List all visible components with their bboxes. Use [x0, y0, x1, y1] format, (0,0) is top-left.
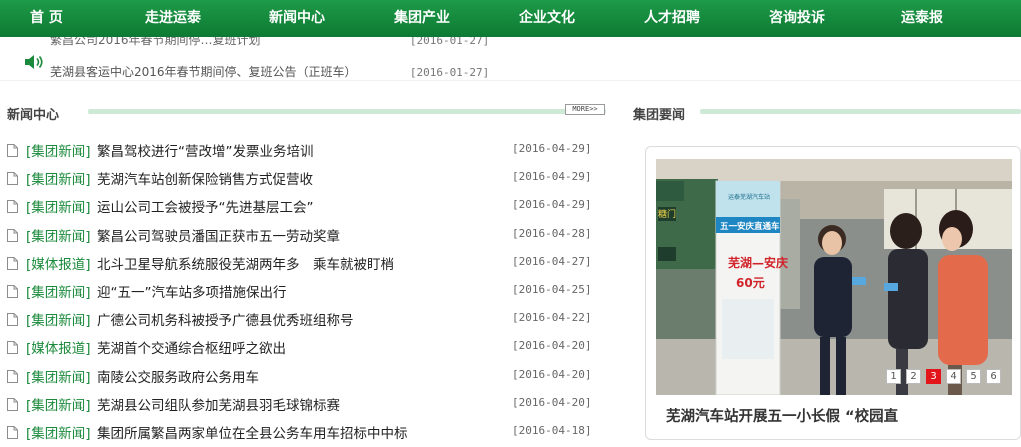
notice-item[interactable]: 繁昌公司2016年春节期间停…复班计划 [2016-01-27]: [50, 37, 489, 47]
notice-title: 繁昌公司2016年春节期间停…复班计划: [50, 37, 261, 47]
news-category[interactable]: [集团新闻]: [26, 422, 91, 442]
top-nav: 首 页 走进运泰 新闻中心 集团产业 企业文化 人才招聘 咨询投诉 运泰报: [0, 0, 1021, 37]
news-list-item[interactable]: [集团新闻] 芜湖县公司组队参加芜湖县羽毛球锦标赛 [2016-04-20]: [7, 394, 592, 414]
banner-mid: 五一安庆直通车: [720, 221, 780, 232]
document-icon: [7, 341, 18, 355]
document-icon: [7, 285, 18, 298]
news-headline[interactable]: 芜湖县公司组队参加芜湖县羽毛球锦标赛: [97, 394, 340, 414]
nav-item-home[interactable]: 首 页: [30, 0, 63, 37]
banner-price: 60元: [736, 276, 765, 290]
slider-page-1[interactable]: 1: [886, 369, 901, 384]
group-section-title: 集团要闻: [633, 108, 686, 123]
nav-item-culture[interactable]: 企业文化: [519, 0, 575, 37]
news-headline[interactable]: 北斗卫星导航系统服役芜湖两年多 乘车就被盯梢: [97, 253, 394, 273]
news-list-item[interactable]: [集团新闻] 南陵公交服务政府公务用车 [2016-04-20]: [7, 366, 592, 386]
document-icon: [7, 313, 18, 327]
notice-title: 芜湖县客运中心2016年春节期间停、复班公告（正班车）: [50, 65, 357, 79]
notice-ticker: 繁昌公司2016年春节期间停…复班计划 [2016-01-27] 芜湖县客运中心…: [0, 37, 1021, 81]
news-category[interactable]: [集团新闻]: [26, 281, 91, 301]
slider-page-4[interactable]: 4: [946, 369, 961, 384]
slide-image[interactable]: 糖门 运泰芜湖汽车站 五一安庆直通车 芜湖—安庆 60元: [656, 159, 1012, 395]
news-headline[interactable]: 广德公司机务科被授予广德县优秀班组称号: [97, 309, 354, 329]
document-icon: [7, 426, 18, 439]
news-category[interactable]: [集团新闻]: [26, 196, 91, 216]
news-headline[interactable]: 迎“五一”汽车站多项措施保出行: [97, 281, 287, 301]
news-list-item[interactable]: [集团新闻] 集团所属繁昌两家单位在全县公务车用车招标中中标 [2016-04-18…: [7, 422, 592, 442]
news-category[interactable]: [集团新闻]: [26, 225, 91, 245]
news-headline[interactable]: 繁昌驾校进行“营改增”发票业务培训: [97, 140, 314, 160]
slide-caption[interactable]: 芜湖汽车站开展五一小长假 “校园直: [666, 405, 898, 426]
news-date: [2016-04-18]: [512, 424, 592, 437]
section-divider: [88, 109, 606, 114]
news-date: [2016-04-29]: [512, 142, 592, 155]
banner-top: 运泰芜湖汽车站: [728, 193, 770, 201]
news-list-item[interactable]: [媒体报道] 芜湖首个交通综合枢纽呼之欲出 [2016-04-20]: [7, 337, 592, 357]
nav-item-careers[interactable]: 人才招聘: [644, 0, 700, 37]
news-date: [2016-04-25]: [512, 283, 592, 296]
section-divider: [700, 109, 1021, 114]
slide-photo: 糖门 运泰芜湖汽车站 五一安庆直通车 芜湖—安庆 60元: [656, 159, 1012, 395]
news-list-item[interactable]: [媒体报道] 北斗卫星导航系统服役芜湖两年多 乘车就被盯梢 [2016-04-27]: [7, 253, 592, 273]
notice-item[interactable]: 芜湖县客运中心2016年春节期间停、复班公告（正班车） [2016-01-27]: [50, 63, 489, 79]
news-list-item[interactable]: [集团新闻] 广德公司机务科被授予广德县优秀班组称号 [2016-04-22]: [7, 309, 592, 329]
news-category[interactable]: [集团新闻]: [26, 366, 91, 386]
news-headline[interactable]: 芜湖汽车站创新保险销售方式促营收: [97, 168, 313, 188]
news-date: [2016-04-20]: [512, 395, 592, 409]
nav-item-about[interactable]: 走进运泰: [145, 0, 201, 37]
news-date: [2016-04-28]: [512, 226, 592, 240]
document-icon: [7, 228, 18, 242]
news-list-item[interactable]: [集团新闻] 运山公司工会被授予“先进基层工会” [2016-04-29]: [7, 196, 592, 216]
banner-route: 芜湖—安庆: [728, 255, 788, 270]
slider-page-6[interactable]: 6: [986, 369, 1001, 384]
news-date: [2016-04-22]: [512, 311, 592, 325]
nav-item-news[interactable]: 新闻中心: [269, 0, 325, 37]
news-category[interactable]: [媒体报道]: [26, 337, 91, 357]
news-headline[interactable]: 繁昌公司驾驶员潘国正获市五一劳动奖章: [97, 225, 340, 245]
nav-item-feedback[interactable]: 咨询投诉: [769, 0, 825, 37]
news-category[interactable]: [集团新闻]: [26, 394, 91, 414]
news-list-item[interactable]: [集团新闻] 芜湖汽车站创新保险销售方式促营收 [2016-04-29]: [7, 168, 592, 188]
notice-date: [2016-01-27]: [409, 66, 490, 79]
news-headline[interactable]: 芜湖首个交通综合枢纽呼之欲出: [97, 337, 286, 357]
news-category[interactable]: [集团新闻]: [26, 168, 91, 188]
news-date: [2016-04-29]: [512, 198, 592, 212]
news-headline[interactable]: 运山公司工会被授予“先进基层工会”: [97, 196, 314, 216]
news-headline[interactable]: 集团所属繁昌两家单位在全县公务车用车招标中中标: [97, 422, 408, 442]
nav-item-industry[interactable]: 集团产业: [394, 0, 450, 37]
shop-sign: 糖门: [658, 208, 676, 220]
document-icon: [7, 397, 18, 411]
news-category[interactable]: [媒体报道]: [26, 253, 91, 273]
news-section-title: 新闻中心: [7, 108, 60, 123]
news-list-item[interactable]: [集团新闻] 繁昌驾校进行“营改增”发票业务培训 [2016-04-29]: [7, 140, 592, 160]
document-icon: [7, 369, 18, 383]
news-headline[interactable]: 南陵公交服务政府公务用车: [97, 366, 259, 386]
news-date: [2016-04-29]: [512, 170, 592, 184]
document-icon: [7, 200, 18, 214]
document-icon: [7, 144, 18, 157]
slider-page-2[interactable]: 2: [906, 369, 921, 384]
slider-page-5[interactable]: 5: [966, 369, 981, 384]
news-date: [2016-04-20]: [512, 339, 592, 353]
speaker-icon: [25, 55, 43, 69]
slider-page-3[interactable]: 3: [926, 369, 941, 384]
document-icon: [7, 256, 18, 270]
news-category[interactable]: [集团新闻]: [26, 140, 91, 160]
news-category[interactable]: [集团新闻]: [26, 309, 91, 329]
news-date: [2016-04-27]: [512, 254, 592, 268]
news-list-item[interactable]: [集团新闻] 迎“五一”汽车站多项措施保出行 [2016-04-25]: [7, 281, 592, 301]
news-list-item[interactable]: [集团新闻] 繁昌公司驾驶员潘国正获市五一劳动奖章 [2016-04-28]: [7, 225, 592, 245]
notice-date: [2016-01-27]: [409, 37, 490, 47]
document-icon: [7, 172, 18, 186]
news-slider: 糖门 运泰芜湖汽车站 五一安庆直通车 芜湖—安庆 60元 1 2 3 4 5 6…: [645, 146, 1021, 440]
nav-item-newspaper[interactable]: 运泰报: [901, 0, 943, 37]
more-button[interactable]: MORE>>: [565, 104, 605, 115]
news-date: [2016-04-20]: [512, 367, 592, 381]
